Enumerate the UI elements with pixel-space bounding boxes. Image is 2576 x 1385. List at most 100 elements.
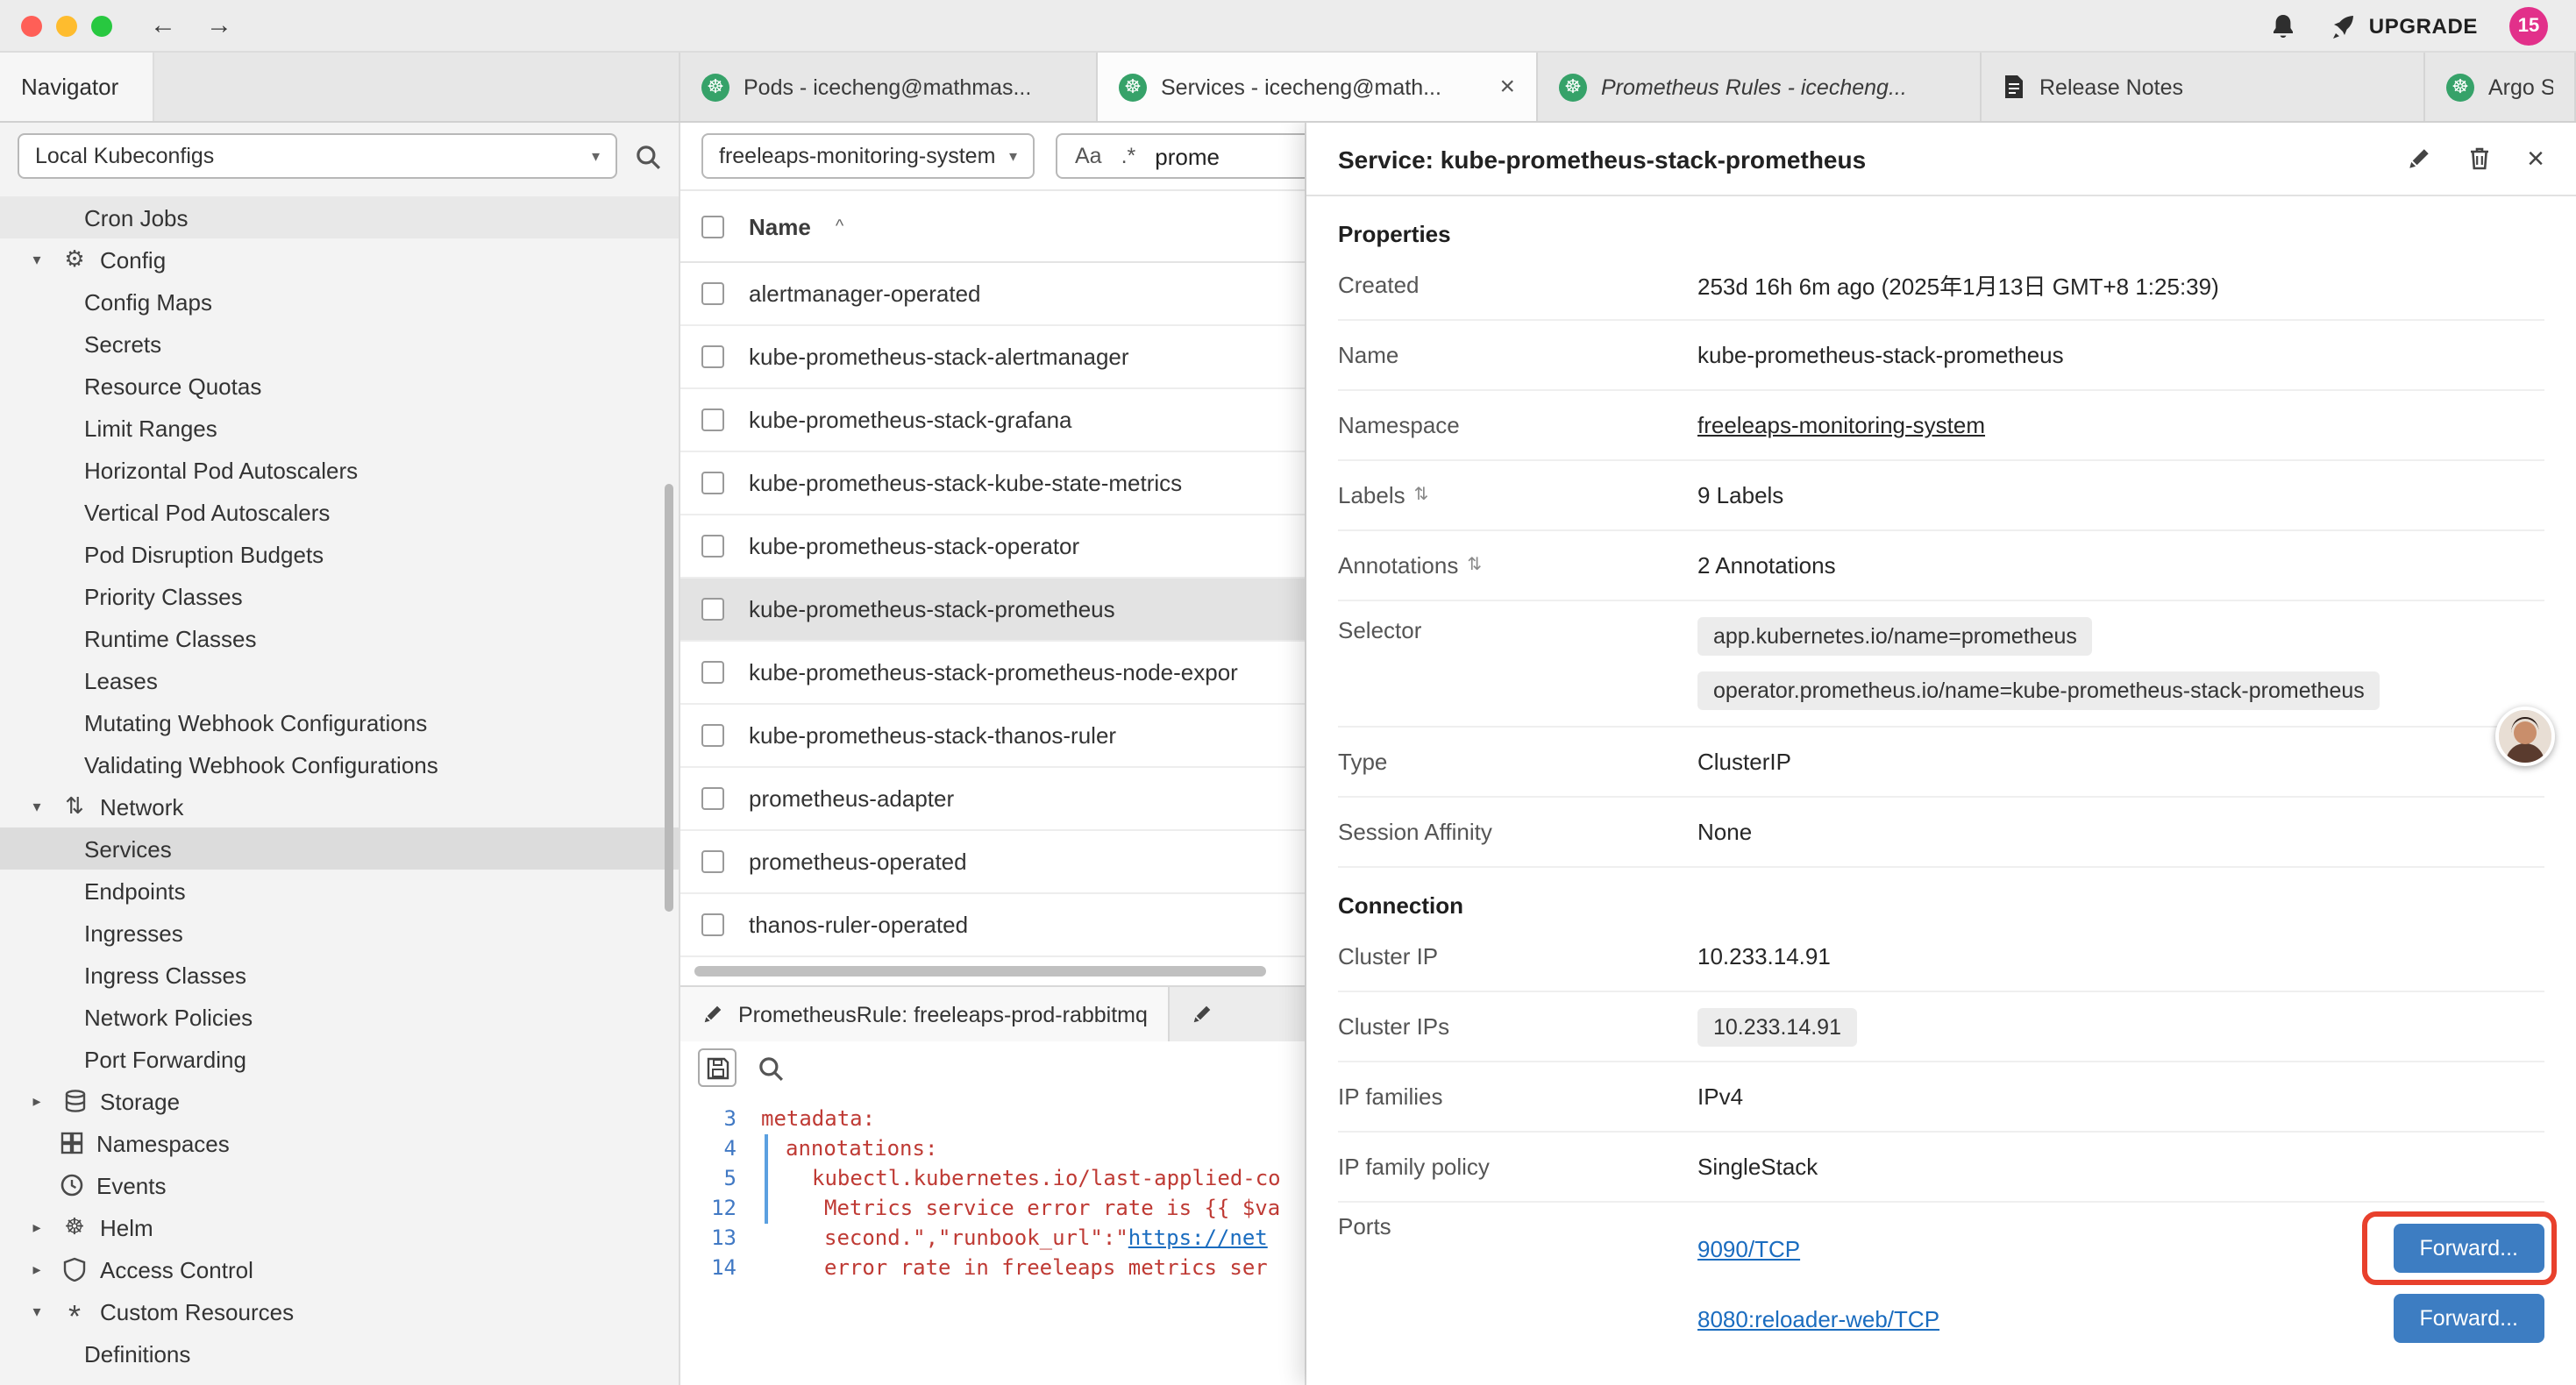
search-icon[interactable] <box>758 1055 784 1081</box>
close-tab-icon[interactable]: × <box>1489 72 1515 102</box>
maximize-window-button[interactable] <box>91 15 112 36</box>
minimize-window-button[interactable] <box>56 15 77 36</box>
row-checkbox[interactable] <box>701 850 724 873</box>
search-icon[interactable] <box>635 143 661 169</box>
session-affinity-row: Session Affinity None <box>1338 798 2544 868</box>
forward-button[interactable]: Forward... <box>2393 1224 2544 1273</box>
sidebar-item-cron-jobs[interactable]: Cron Jobs <box>0 196 679 238</box>
sidebar-item-config-maps[interactable]: Config Maps <box>0 281 679 323</box>
sidebar-item-namespaces[interactable]: Namespaces <box>0 1122 679 1164</box>
row-checkbox[interactable] <box>701 598 724 621</box>
forward-button[interactable]: → <box>200 6 238 45</box>
table-row[interactable]: kube-prometheus-stack-alertmanager <box>680 326 1305 389</box>
row-checkbox[interactable] <box>701 661 724 684</box>
dock-tab-prometheusrule[interactable]: PrometheusRule: freeleaps-prod-rabbitmq <box>680 987 1171 1041</box>
sidebar-item-resource-quotas[interactable]: Resource Quotas <box>0 365 679 407</box>
tab-services[interactable]: ☸ Services - icecheng@math... × <box>1098 53 1538 121</box>
upgrade-button[interactable]: UPGRADE <box>2329 11 2478 39</box>
sidebar-item-network-policies[interactable]: Network Policies <box>0 996 679 1038</box>
tab-pods[interactable]: ☸ Pods - icecheng@mathmas... <box>680 53 1098 121</box>
sidebar-item-secrets[interactable]: Secrets <box>0 323 679 365</box>
port-link[interactable]: 8080:reloader-web/TCP <box>1697 1305 1939 1332</box>
scrollbar-thumb[interactable] <box>694 966 1267 977</box>
close-window-button[interactable] <box>21 15 42 36</box>
namespace-link[interactable]: freeleaps-monitoring-system <box>1697 412 1985 438</box>
sidebar-group-access-control[interactable]: ▸ Access Control <box>0 1248 679 1290</box>
sidebar-item-runtime-classes[interactable]: Runtime Classes <box>0 617 679 659</box>
table-row[interactable]: kube-prometheus-stack-prometheus-node-ex… <box>680 642 1305 705</box>
save-button[interactable] <box>698 1048 737 1087</box>
port-link[interactable]: 9090/TCP <box>1697 1235 1800 1261</box>
sidebar-item-vertical-pod-autoscalers[interactable]: Vertical Pod Autoscalers <box>0 491 679 533</box>
table-row[interactable]: alertmanager-operated <box>680 263 1305 326</box>
sidebar-item-validating-webhook-configurations[interactable]: Validating Webhook Configurations <box>0 743 679 785</box>
sidebar-item-ingresses[interactable]: Ingresses <box>0 912 679 954</box>
namespace-select[interactable]: freeleaps-monitoring-system ▾ <box>701 133 1035 179</box>
row-checkbox[interactable] <box>701 535 724 558</box>
name-column-header[interactable]: Name <box>749 213 811 239</box>
sidebar-item-port-forwarding[interactable]: Port Forwarding <box>0 1038 679 1080</box>
horizontal-scrollbar[interactable] <box>680 957 1305 985</box>
row-checkbox[interactable] <box>701 913 724 936</box>
table-row[interactable]: kube-prometheus-stack-grafana <box>680 389 1305 452</box>
regex-toggle[interactable]: .* <box>1121 144 1136 168</box>
notification-count-badge[interactable]: 15 <box>2509 6 2548 45</box>
table-row[interactable]: prometheus-operated <box>680 831 1305 894</box>
notifications-bell-icon[interactable] <box>2269 11 2297 39</box>
avatar[interactable] <box>2495 707 2555 766</box>
sidebar-group-label: Config <box>100 246 166 273</box>
sidebar-item-pod-disruption-budgets[interactable]: Pod Disruption Budgets <box>0 533 679 575</box>
navigator-title[interactable]: Navigator <box>0 53 154 121</box>
field-value: ClusterIP <box>1697 749 1791 775</box>
field-value[interactable]: 9 Labels <box>1697 482 1783 508</box>
table-row[interactable]: kube-prometheus-stack-thanos-ruler <box>680 705 1305 768</box>
match-case-toggle[interactable]: Aa <box>1075 144 1102 168</box>
table-row[interactable]: kube-prometheus-stack-kube-state-metrics <box>680 452 1305 515</box>
sidebar-item-leases[interactable]: Leases <box>0 659 679 701</box>
back-button[interactable]: ← <box>144 6 182 45</box>
edit-pencil-icon[interactable] <box>2406 146 2432 172</box>
sidebar-group-custom-resources[interactable]: ▾ * Custom Resources <box>0 1290 679 1332</box>
row-checkbox[interactable] <box>701 345 724 368</box>
sidebar-item-services[interactable]: Services <box>0 827 679 870</box>
sidebar-group-network[interactable]: ▾ ⇅ Network <box>0 785 679 827</box>
sidebar-item-label: Port Forwarding <box>84 1046 246 1072</box>
sidebar-item-mutating-webhook-configurations[interactable]: Mutating Webhook Configurations <box>0 701 679 743</box>
sidebar-item-limit-ranges[interactable]: Limit Ranges <box>0 407 679 449</box>
row-checkbox[interactable] <box>701 724 724 747</box>
row-checkbox[interactable] <box>701 472 724 494</box>
kubeconfig-select[interactable]: Local Kubeconfigs ▾ <box>18 133 617 179</box>
close-drawer-icon[interactable]: × <box>2527 141 2544 176</box>
dock-tab-partial[interactable] <box>1171 987 1305 1041</box>
tab-release-notes[interactable]: Release Notes <box>1982 53 2425 121</box>
table-row[interactable]: kube-prometheus-stack-operator <box>680 515 1305 579</box>
table-row[interactable]: prometheus-adapter <box>680 768 1305 831</box>
forward-button[interactable]: Forward... <box>2393 1294 2544 1343</box>
yaml-editor[interactable]: 3metadata: 4annotations: 5kubectl.kubern… <box>680 1094 1305 1385</box>
expand-collapse-icon[interactable]: ⇅ <box>1414 486 1429 505</box>
tab-prometheus-rules[interactable]: ☸ Prometheus Rules - icecheng... <box>1538 53 1982 121</box>
sort-ascending-icon[interactable]: ^ <box>836 217 843 236</box>
sidebar-item-endpoints[interactable]: Endpoints <box>0 870 679 912</box>
row-checkbox[interactable] <box>701 787 724 810</box>
sidebar-item-priority-classes[interactable]: Priority Classes <box>0 575 679 617</box>
search-input[interactable]: Aa .* prome <box>1056 133 1306 179</box>
row-checkbox[interactable] <box>701 408 724 431</box>
row-checkbox[interactable] <box>701 282 724 305</box>
table-row[interactable]: thanos-ruler-operated <box>680 894 1305 957</box>
sidebar-group-helm[interactable]: ▸ ☸ Helm <box>0 1206 679 1248</box>
expand-collapse-icon[interactable]: ⇅ <box>1467 556 1482 575</box>
sidebar-item-ingress-classes[interactable]: Ingress Classes <box>0 954 679 996</box>
delete-trash-icon[interactable] <box>2467 146 2492 172</box>
field-value[interactable]: 2 Annotations <box>1697 552 1836 579</box>
select-all-checkbox[interactable] <box>701 215 724 238</box>
tab-argo[interactable]: ☸ Argo Se <box>2425 53 2576 121</box>
table-row-selected[interactable]: kube-prometheus-stack-prometheus <box>680 579 1305 642</box>
editor-url-link[interactable]: https://net <box>1128 1225 1268 1250</box>
sidebar-item-events[interactable]: Events <box>0 1164 679 1206</box>
sidebar-group-config[interactable]: ▾ ⚙ Config <box>0 238 679 281</box>
sidebar-item-horizontal-pod-autoscalers[interactable]: Horizontal Pod Autoscalers <box>0 449 679 491</box>
sidebar-group-storage[interactable]: ▸ Storage <box>0 1080 679 1122</box>
sidebar-item-definitions[interactable]: Definitions <box>0 1332 679 1374</box>
sidebar-scrollbar[interactable] <box>665 484 673 912</box>
